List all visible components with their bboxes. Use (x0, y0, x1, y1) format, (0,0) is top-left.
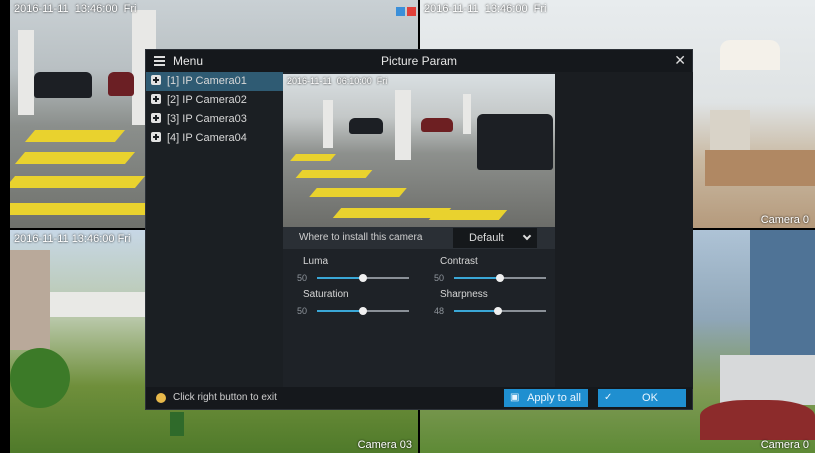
install-location-value: Default (469, 232, 504, 244)
copy-icon: ▣ (510, 392, 520, 403)
parking-pillar (18, 30, 34, 115)
luma-fill (317, 277, 363, 279)
parking-stripe (10, 203, 156, 215)
parking-pillar (463, 94, 471, 134)
camera-item-label: [3] IP Camera03 (167, 113, 247, 125)
sharpness-track[interactable] (454, 307, 546, 315)
parked-suv (477, 114, 553, 170)
tile-camera-label: Camera 0 (760, 439, 809, 451)
white-fence (50, 292, 145, 317)
parking-pillar (323, 100, 333, 148)
sharpness-thumb[interactable] (494, 307, 503, 315)
parked-car (108, 72, 134, 96)
camera-list-item[interactable]: [3] IP Camera03 (146, 110, 283, 129)
expand-plus-icon[interactable] (151, 94, 161, 104)
sharpness-label: Sharpness (440, 289, 488, 300)
saturation-fill (317, 310, 363, 312)
contrast-label: Contrast (440, 256, 478, 267)
parked-car (421, 118, 453, 132)
contrast-value: 50 (434, 273, 445, 283)
luma-label: Luma (303, 256, 329, 267)
tile-camera-label: Camera 0 (760, 214, 809, 226)
sharpness-fill (454, 310, 499, 312)
camera-preview: 2016-11-11 06:10:00 Fri (283, 74, 555, 227)
saturation-thumb[interactable] (359, 307, 367, 315)
chevron-down-icon (522, 231, 532, 241)
sharpness-value: 48 (434, 306, 445, 316)
expand-plus-icon[interactable] (151, 132, 161, 142)
install-location-row: Where to install this camera Default (283, 227, 555, 249)
record-status-icon (396, 7, 405, 16)
luma-thumb[interactable] (359, 274, 367, 282)
install-location-label: Where to install this camera (299, 232, 423, 243)
sharpness-slider: Sharpness 48 (434, 289, 560, 316)
close-icon[interactable]: ✕ (674, 52, 686, 69)
camera-item-label: [2] IP Camera02 (167, 94, 247, 106)
parking-stripe (428, 210, 508, 220)
parked-car (34, 72, 92, 98)
preview-osd-timestamp: 2016-11-11 06:10:00 Fri (287, 76, 388, 86)
ok-button[interactable]: ✓ OK (598, 389, 686, 407)
camera-item-label: [4] IP Camera04 (167, 132, 247, 144)
office-desk (705, 150, 815, 186)
luma-value: 50 (297, 273, 308, 283)
camera-list-item[interactable]: [4] IP Camera04 (146, 129, 283, 148)
tile-osd-timestamp: 2016-11-11 13:46:00 Fri (14, 3, 137, 15)
exit-hint: Click right button to exit (173, 392, 277, 403)
parking-stripe (14, 152, 136, 164)
mouse-hint-icon (156, 393, 166, 403)
parked-car (349, 118, 383, 134)
dialog-titlebar: Menu Picture Param ✕ (146, 50, 692, 72)
install-location-select[interactable]: Default (453, 228, 537, 248)
contrast-fill (454, 277, 500, 279)
tile-camera-label: Camera 03 (357, 439, 412, 451)
building-steps (720, 355, 815, 405)
glass-building (750, 230, 815, 370)
saturation-value: 50 (297, 306, 308, 316)
parking-stripe (24, 130, 126, 142)
camera-list-item[interactable]: [1] IP Camera01 (146, 72, 283, 91)
parking-stripe (290, 154, 336, 161)
camera-list-item[interactable]: [2] IP Camera02 (146, 91, 283, 110)
trash-bin (170, 412, 184, 436)
contrast-slider: Contrast 50 (434, 256, 560, 283)
parking-pillar (395, 90, 411, 160)
luma-track[interactable] (317, 274, 409, 282)
garden-shrub (10, 348, 70, 408)
saturation-track[interactable] (317, 307, 409, 315)
camera-list: [1] IP Camera01 [2] IP Camera02 [3] IP C… (146, 72, 283, 389)
side-panel (555, 72, 693, 389)
ceiling-lamp (720, 40, 780, 70)
parking-stripe (10, 176, 146, 188)
alarm-status-icon (407, 7, 416, 16)
tile-osd-timestamp: 2016-11-11 13:46:00 Fri (14, 233, 131, 245)
check-icon: ✓ (604, 392, 613, 403)
expand-plus-icon[interactable] (151, 113, 161, 123)
expand-plus-icon[interactable] (151, 75, 161, 85)
parking-stripe (295, 170, 373, 178)
contrast-track[interactable] (454, 274, 546, 282)
saturation-slider: Saturation 50 (297, 289, 423, 316)
office-cabinet (710, 110, 750, 150)
flower-bed (700, 400, 815, 440)
tile-osd-timestamp: 2016-11-11 13:46:00 Fri (424, 3, 547, 15)
parking-stripe (309, 188, 407, 197)
apply-to-all-button[interactable]: ▣ Apply to all (504, 389, 588, 407)
contrast-thumb[interactable] (496, 274, 504, 282)
dialog-footer: Click right button to exit ▣ Apply to al… (146, 387, 692, 409)
luma-slider: Luma 50 (297, 256, 423, 283)
camera-item-label: [1] IP Camera01 (167, 75, 247, 87)
picture-param-dialog: Menu Picture Param ✕ [1] IP Camera01 [2]… (145, 49, 693, 410)
house-wall (10, 250, 50, 350)
saturation-label: Saturation (303, 289, 349, 300)
dialog-title: Picture Param (380, 54, 458, 68)
